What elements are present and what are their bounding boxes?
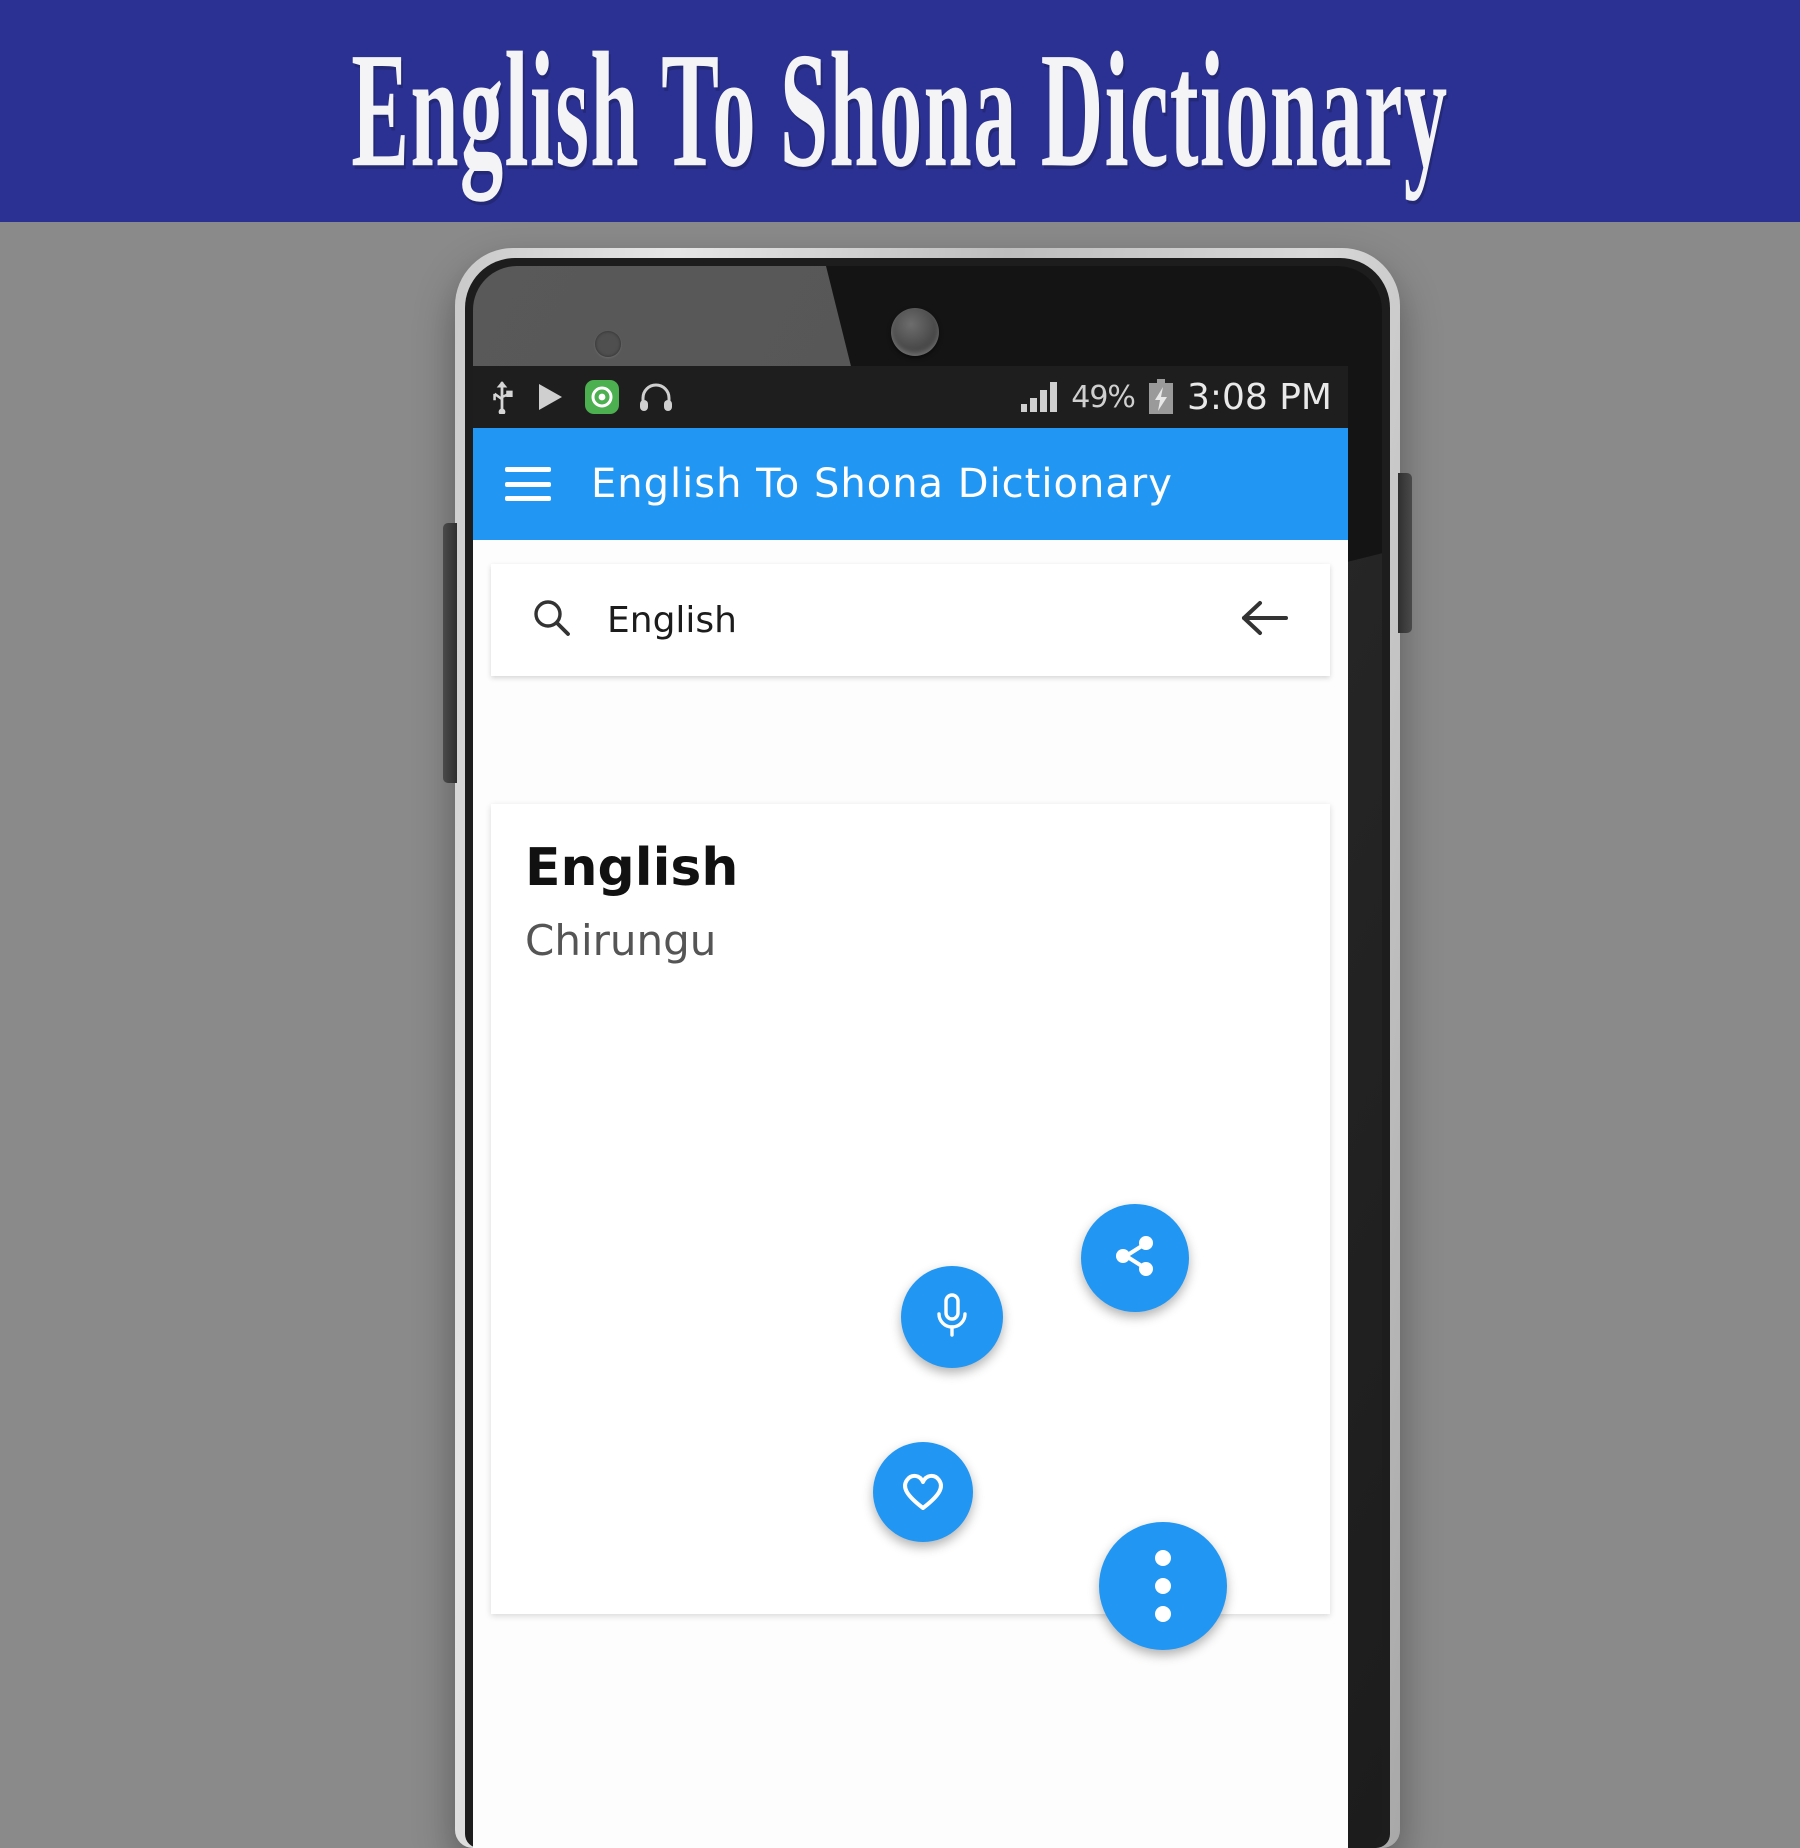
signal-bars-icon — [1019, 380, 1059, 414]
mic-fab[interactable] — [901, 1266, 1003, 1368]
more-options-fab[interactable] — [1099, 1522, 1227, 1650]
usb-icon — [489, 380, 515, 414]
earpiece-sensor-icon — [891, 308, 939, 356]
favorite-fab[interactable] — [873, 1442, 973, 1542]
search-bar[interactable]: English — [491, 564, 1330, 676]
result-translation: Chirungu — [525, 916, 717, 965]
share-icon — [1109, 1230, 1161, 1286]
phone-mockup: 49% 3:08 PM English To Shona Dictionary — [443, 248, 1412, 1848]
clock-label: 3:08 PM — [1186, 376, 1332, 418]
hamburger-menu-icon[interactable] — [505, 467, 551, 501]
search-icon — [529, 596, 573, 644]
status-bar: 49% 3:08 PM — [473, 366, 1348, 428]
more-vertical-icon — [1155, 1550, 1171, 1622]
app-title-banner: English To Shona Dictionary — [0, 0, 1800, 222]
share-fab[interactable] — [1081, 1204, 1189, 1312]
phone-screen: 49% 3:08 PM English To Shona Dictionary — [473, 366, 1348, 1848]
headphones-icon — [639, 382, 673, 412]
banner-title: English To Shona Dictionary — [351, 18, 1449, 202]
status-bar-left-icons — [489, 380, 673, 414]
play-icon — [535, 381, 565, 413]
search-input[interactable]: English — [607, 600, 1202, 641]
result-card[interactable]: English Chirungu — [491, 804, 1330, 1650]
mic-icon — [929, 1290, 975, 1344]
power-button[interactable] — [443, 523, 457, 783]
status-bar-right-icons: 49% 3:08 PM — [1019, 377, 1332, 418]
app-bar: English To Shona Dictionary — [473, 428, 1348, 540]
app-content: English English Chirungu — [473, 540, 1348, 1848]
battery-charging-icon — [1147, 379, 1175, 415]
front-camera-icon — [595, 331, 621, 357]
heart-icon — [898, 1467, 948, 1517]
battery-percent-label: 49% — [1071, 379, 1136, 415]
arrow-left-icon[interactable] — [1236, 597, 1292, 643]
result-word: English — [525, 838, 739, 898]
app-bar-title: English To Shona Dictionary — [591, 461, 1173, 507]
screen-record-icon — [585, 380, 619, 414]
volume-button[interactable] — [1398, 473, 1412, 633]
